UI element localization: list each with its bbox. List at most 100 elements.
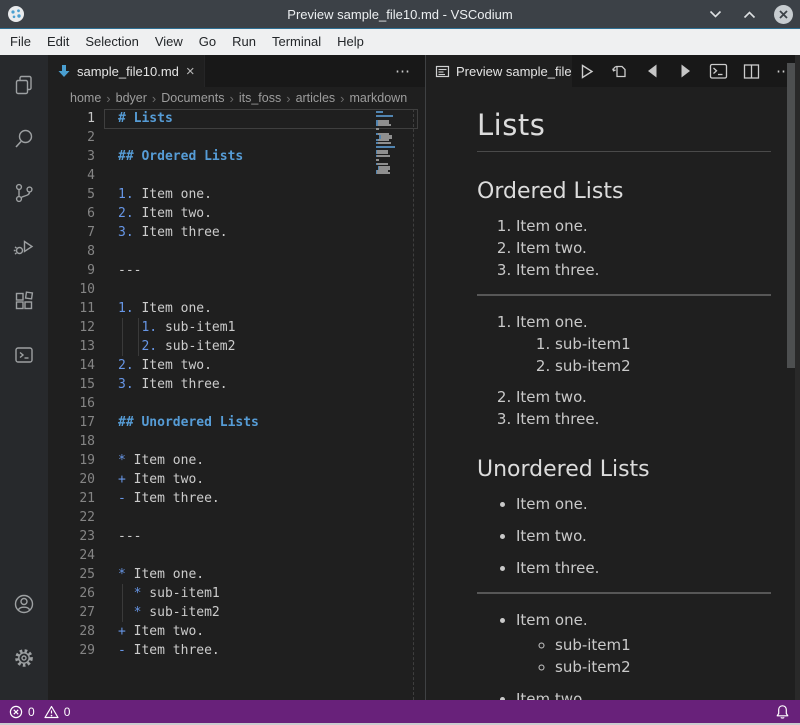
markdown-file-icon	[57, 64, 71, 78]
code-line[interactable]: 111. Item one.	[48, 299, 425, 318]
breadcrumb-item[interactable]: articles	[296, 91, 336, 105]
list-item: Item two.	[516, 525, 771, 547]
ordered-sublist: sub-item1 sub-item2	[516, 333, 771, 377]
code-text: 3. Item three.	[118, 375, 228, 394]
code-line[interactable]: 8	[48, 242, 425, 261]
code-text: - Item three.	[118, 489, 220, 508]
search-icon[interactable]	[0, 115, 48, 163]
code-line[interactable]: 27 * sub-item2	[48, 603, 425, 622]
breadcrumb-item[interactable]: home	[70, 91, 101, 105]
list-item-text: Item one.	[516, 313, 588, 331]
code-line[interactable]: 16	[48, 394, 425, 413]
code-line[interactable]: 25* Item one.	[48, 565, 425, 584]
code-line[interactable]: 17## Unordered Lists	[48, 413, 425, 432]
run-and-debug-icon[interactable]	[0, 223, 48, 271]
code-line[interactable]: 21- Item three.	[48, 489, 425, 508]
code-line[interactable]: 29- Item three.	[48, 641, 425, 660]
menu-help[interactable]: Help	[329, 29, 372, 55]
menu-terminal[interactable]: Terminal	[264, 29, 329, 55]
problems-status[interactable]: 0 0	[0, 705, 74, 719]
breadcrumb[interactable]: home›bdyer›Documents›its_foss›articles›m…	[48, 87, 423, 109]
line-number: 29	[48, 641, 95, 660]
line-number: 15	[48, 375, 95, 394]
code-editor[interactable]: 1# Lists23## Ordered Lists45 1. Item one.…	[48, 109, 425, 700]
code-text: 1. Item one.	[118, 185, 212, 204]
code-text: * sub-item1	[118, 584, 220, 603]
go-to-source-icon[interactable]	[608, 59, 630, 83]
minimap[interactable]	[376, 111, 410, 231]
terminal-panel-icon[interactable]	[707, 59, 729, 83]
forward-icon[interactable]	[674, 59, 696, 83]
code-line[interactable]: 15 3. Item three.	[48, 375, 425, 394]
tab-sample-file10[interactable]: sample_file10.md ×	[48, 55, 205, 87]
breadcrumb-item[interactable]: markdown	[350, 91, 408, 105]
menu-selection[interactable]: Selection	[77, 29, 146, 55]
code-line[interactable]: 24	[48, 546, 425, 565]
settings-gear-icon[interactable]	[0, 634, 48, 682]
list-item: sub-item1	[555, 634, 771, 656]
line-number: 5	[48, 185, 95, 204]
extensions-icon[interactable]	[0, 277, 48, 325]
run-icon[interactable]	[575, 59, 597, 83]
list-item: Item one. sub-item1 sub-item2	[516, 609, 771, 678]
code-line[interactable]: 9---	[48, 261, 425, 280]
line-number: 17	[48, 413, 95, 432]
code-line[interactable]: 62. Item two.	[48, 204, 425, 223]
unordered-list-nested: Item one. sub-item1 sub-item2 Item two. …	[477, 609, 771, 700]
code-line[interactable]: 28+ Item two.	[48, 622, 425, 641]
minimize-icon[interactable]	[704, 3, 726, 25]
list-item: Item three.	[516, 557, 771, 579]
code-line[interactable]: 13 2. sub-item2	[48, 337, 425, 356]
code-line[interactable]: 23---	[48, 527, 425, 546]
menu-run[interactable]: Run	[224, 29, 264, 55]
breadcrumb-item[interactable]: its_foss	[239, 91, 281, 105]
breadcrumb-item[interactable]: Documents	[161, 91, 224, 105]
code-line[interactable]: 4	[48, 166, 425, 185]
menu-bar: File Edit Selection View Go Run Terminal…	[0, 29, 800, 55]
line-number: 3	[48, 147, 95, 166]
code-line[interactable]: 10	[48, 280, 425, 299]
maximize-icon[interactable]	[738, 3, 760, 25]
code-text: + Item two.	[118, 470, 204, 489]
terminal-icon[interactable]	[0, 331, 48, 379]
code-line[interactable]: 26 * sub-item1	[48, 584, 425, 603]
editor-more-actions-icon[interactable]: ⋯	[395, 62, 425, 80]
menu-edit[interactable]: Edit	[39, 29, 77, 55]
line-number: 12	[48, 318, 95, 337]
code-line[interactable]: 18	[48, 432, 425, 451]
code-line[interactable]: 19* Item one.	[48, 451, 425, 470]
code-line[interactable]: 20+ Item two.	[48, 470, 425, 489]
breadcrumb-item[interactable]: bdyer	[116, 91, 147, 105]
code-line[interactable]: 22	[48, 508, 425, 527]
tab-preview[interactable]: Preview sample_file10.md	[426, 55, 572, 87]
menu-go[interactable]: Go	[191, 29, 224, 55]
accounts-icon[interactable]	[0, 580, 48, 628]
list-item: Item two.	[516, 237, 771, 259]
close-icon[interactable]	[772, 3, 794, 25]
menu-file[interactable]: File	[2, 29, 39, 55]
editor-lines: 1# Lists23## Ordered Lists45 1. Item one.…	[48, 109, 425, 660]
line-number: 13	[48, 337, 95, 356]
errors-count: 0	[28, 705, 35, 719]
unordered-list: Item one. Item two. Item three.	[477, 493, 771, 579]
window-title: Preview sample_file10.md - VSCodium	[0, 7, 800, 22]
notifications-bell-icon[interactable]	[775, 700, 790, 723]
code-line[interactable]: 12 1. sub-item1	[48, 318, 425, 337]
menu-view[interactable]: View	[147, 29, 191, 55]
preview-toolbar: ⋯	[575, 55, 795, 87]
line-number: 1	[48, 109, 95, 128]
tab-close-icon[interactable]: ×	[186, 64, 195, 79]
line-number: 8	[48, 242, 95, 261]
explorer-icon[interactable]	[0, 61, 48, 109]
code-line[interactable]: 142. Item two.	[48, 356, 425, 375]
list-item: Item one. sub-item1 sub-item2	[516, 311, 771, 377]
code-line[interactable]: 3## Ordered Lists	[48, 147, 425, 166]
source-control-icon[interactable]	[0, 169, 48, 217]
split-editor-icon[interactable]	[740, 59, 762, 83]
preview-scrollbar[interactable]	[787, 63, 795, 368]
back-icon[interactable]	[641, 59, 663, 83]
code-line[interactable]: 1# Lists	[48, 109, 425, 128]
code-line[interactable]: 5 1. Item one.	[48, 185, 425, 204]
code-line[interactable]: 2	[48, 128, 425, 147]
code-line[interactable]: 73. Item three.	[48, 223, 425, 242]
